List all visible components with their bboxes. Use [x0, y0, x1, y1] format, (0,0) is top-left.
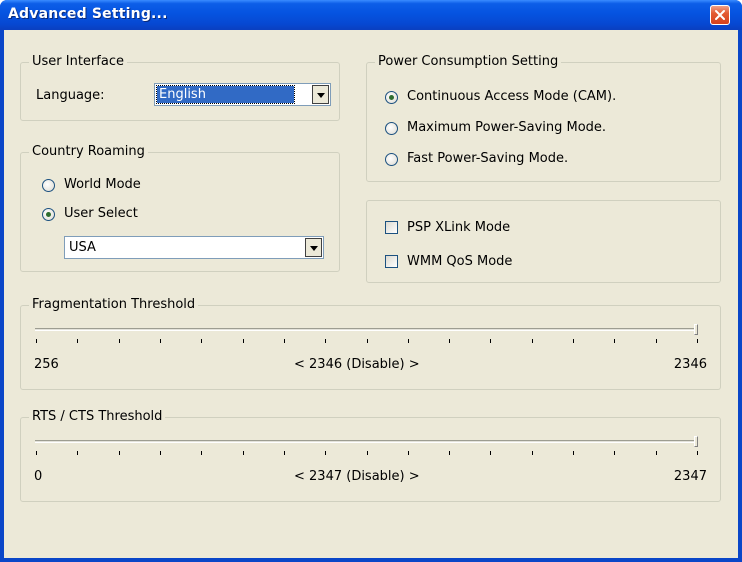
- country-roaming-legend: Country Roaming: [29, 144, 148, 159]
- slider-tick: [201, 451, 203, 455]
- fast-power-saving-radio[interactable]: [385, 153, 398, 166]
- slider-tick: [490, 339, 492, 343]
- country-dropdown-arrow-icon[interactable]: [305, 238, 322, 257]
- rts-cts-threshold-legend: RTS / CTS Threshold: [29, 409, 166, 424]
- user-select-radio[interactable]: [42, 208, 55, 221]
- slider-tick: [283, 339, 285, 343]
- slider-tick: [242, 339, 244, 343]
- rts-cts-threshold-group: RTS / CTS Threshold 0 < 2347 (Disable) >…: [20, 409, 721, 502]
- radio-selected-dot: [46, 212, 51, 217]
- slider-tick: [159, 339, 161, 343]
- slider-tick: [366, 451, 368, 455]
- slider-tick: [407, 339, 409, 343]
- slider-tick: [655, 451, 657, 455]
- dialog-client-area: User Interface Language: English Country…: [4, 30, 738, 558]
- fragmentation-current-value: < 2346 (Disable) >: [294, 357, 420, 372]
- fragmentation-threshold-group: Fragmentation Threshold 256 < 2346 (Disa…: [20, 297, 721, 390]
- country-value: USA: [69, 240, 96, 255]
- cam-label[interactable]: Continuous Access Mode (CAM).: [407, 89, 616, 104]
- wmm-qos-checkbox[interactable]: [385, 255, 398, 268]
- fragmentation-threshold-legend: Fragmentation Threshold: [29, 297, 199, 312]
- title-bar[interactable]: Advanced Setting...: [0, 0, 742, 30]
- close-icon: [715, 10, 725, 20]
- user-select-label[interactable]: User Select: [64, 206, 138, 221]
- slider-tick: [449, 339, 451, 343]
- slider-tick: [573, 451, 575, 455]
- slider-tick: [449, 451, 451, 455]
- slider-tick: [614, 339, 616, 343]
- fragmentation-slider-track[interactable]: [35, 328, 698, 331]
- slider-tick: [407, 451, 409, 455]
- slider-tick: [77, 339, 79, 343]
- rts-cts-min-label: 0: [34, 469, 43, 484]
- slider-tick: [201, 339, 203, 343]
- user-interface-legend: User Interface: [29, 54, 127, 69]
- slider-tick: [159, 451, 161, 455]
- fast-power-saving-label[interactable]: Fast Power-Saving Mode.: [407, 151, 568, 166]
- slider-tick: [531, 339, 533, 343]
- modes-group: PSP XLink Mode WMM QoS Mode: [366, 200, 721, 283]
- slider-tick: [325, 451, 327, 455]
- rts-cts-slider-thumb[interactable]: [694, 436, 698, 447]
- rts-cts-slider-track[interactable]: [35, 440, 698, 443]
- country-select[interactable]: USA: [64, 236, 324, 259]
- slider-tick: [490, 451, 492, 455]
- psp-xlink-label[interactable]: PSP XLink Mode: [407, 220, 510, 235]
- slider-tick: [118, 451, 120, 455]
- user-interface-group: User Interface Language: English: [20, 54, 340, 121]
- country-roaming-group: Country Roaming World Mode User Select U…: [20, 144, 340, 272]
- fragmentation-slider-thumb[interactable]: [694, 324, 698, 335]
- slider-tick: [697, 339, 698, 343]
- wmm-qos-label[interactable]: WMM QoS Mode: [407, 254, 512, 269]
- language-dropdown-arrow-icon[interactable]: [312, 85, 329, 104]
- max-power-saving-label[interactable]: Maximum Power-Saving Mode.: [407, 120, 606, 135]
- slider-tick: [531, 451, 533, 455]
- advanced-setting-window: Advanced Setting... User Interface Langu…: [0, 0, 742, 562]
- slider-tick: [366, 339, 368, 343]
- power-consumption-legend: Power Consumption Setting: [375, 54, 562, 69]
- slider-tick: [614, 451, 616, 455]
- fragmentation-max-label: 2346: [673, 357, 707, 372]
- slider-tick: [77, 451, 79, 455]
- rts-cts-max-label: 2347: [673, 469, 707, 484]
- slider-tick: [242, 451, 244, 455]
- world-mode-radio[interactable]: [42, 179, 55, 192]
- slider-tick: [697, 451, 698, 455]
- power-consumption-group: Power Consumption Setting Continuous Acc…: [366, 54, 721, 182]
- rts-cts-current-value: < 2347 (Disable) >: [294, 469, 420, 484]
- slider-tick: [283, 451, 285, 455]
- slider-tick: [36, 451, 37, 455]
- language-select[interactable]: English: [154, 83, 331, 106]
- slider-tick: [118, 339, 120, 343]
- window-title: Advanced Setting...: [8, 6, 168, 22]
- language-label: Language:: [36, 88, 105, 103]
- fragmentation-min-label: 256: [34, 357, 59, 372]
- close-button[interactable]: [710, 5, 730, 25]
- language-value: English: [156, 85, 295, 104]
- slider-tick: [36, 339, 37, 343]
- max-power-saving-radio[interactable]: [385, 122, 398, 135]
- world-mode-label[interactable]: World Mode: [64, 177, 141, 192]
- slider-tick: [655, 339, 657, 343]
- slider-tick: [325, 339, 327, 343]
- psp-xlink-checkbox[interactable]: [385, 221, 398, 234]
- cam-radio[interactable]: [385, 91, 398, 104]
- radio-selected-dot: [389, 95, 394, 100]
- slider-tick: [573, 339, 575, 343]
